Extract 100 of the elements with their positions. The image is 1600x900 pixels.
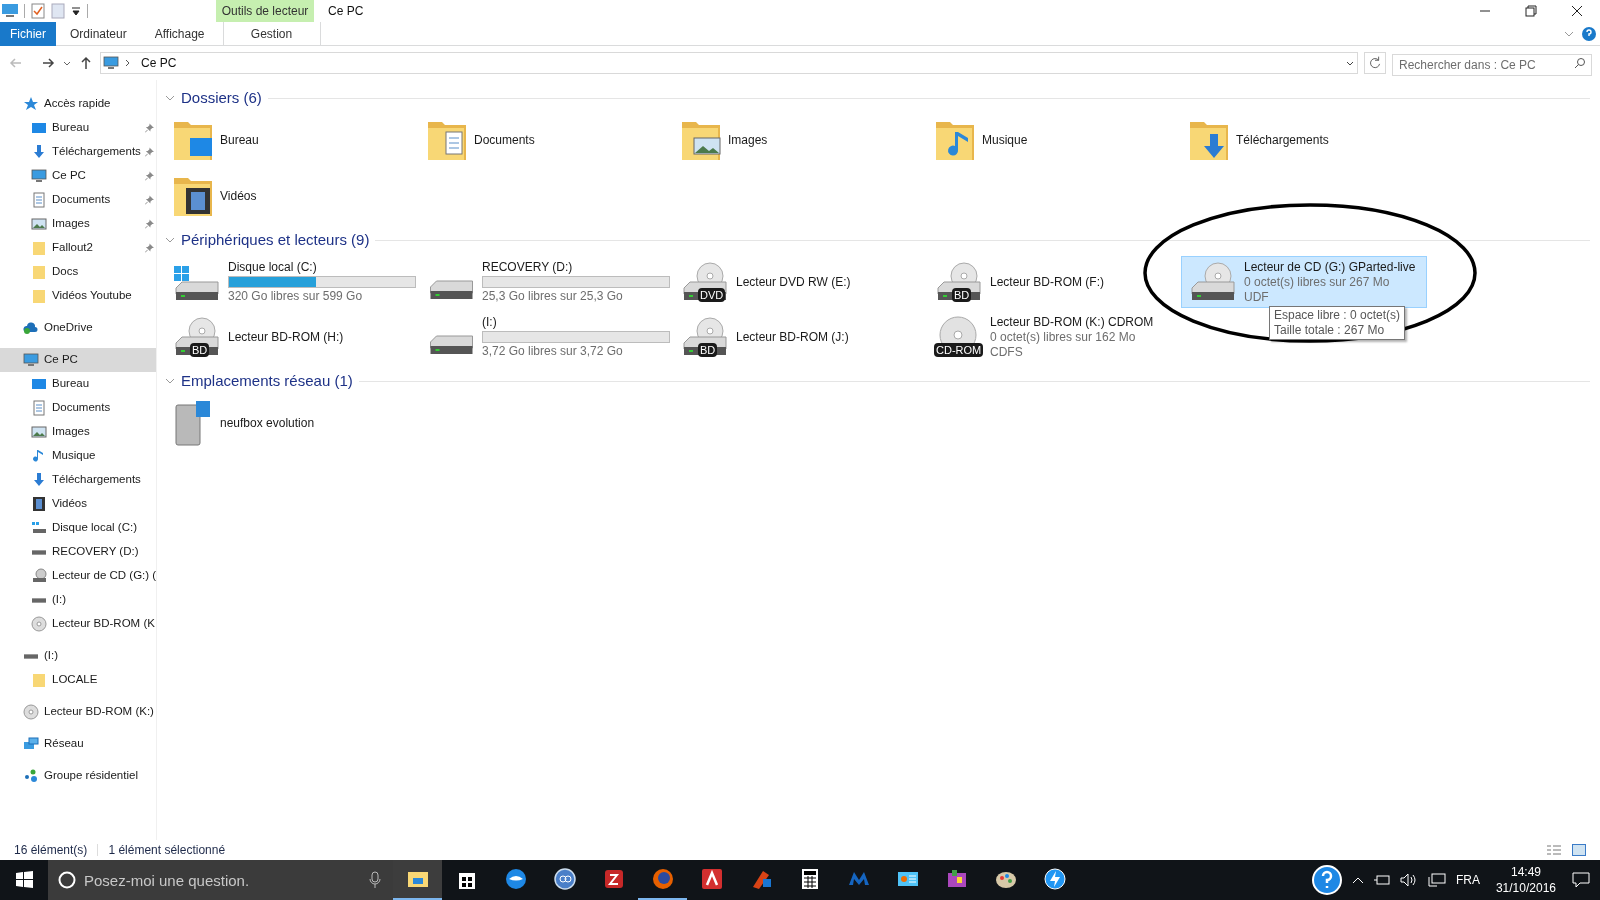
folder-tile[interactable]: Téléchargements xyxy=(1181,114,1427,166)
nav-label: Disque local (C:) xyxy=(52,520,137,536)
nav-label: Fallout2 xyxy=(52,240,93,256)
item-name: Lecteur de CD (G:) GParted-live xyxy=(1244,259,1416,275)
document-icon xyxy=(31,400,47,416)
nav-item[interactable]: Lecteur BD-ROM (K xyxy=(0,612,156,636)
folder-tile[interactable]: Documents xyxy=(419,114,665,166)
drive-tile[interactable]: Lecteur de CD (G:) GParted-live 0 octet(s) libres sur 267 Mo UDF xyxy=(1181,256,1427,308)
drive-tile[interactable]: RECOVERY (D:) 25,3 Go libres sur 25,3 Go xyxy=(419,256,665,308)
nav-label: Lecteur BD-ROM (K xyxy=(52,616,155,632)
hard-drive-icon xyxy=(430,335,473,355)
nav-label: Vidéos Youtube xyxy=(52,288,132,304)
chevron-up-icon[interactable] xyxy=(1351,876,1364,884)
properties-icon[interactable] xyxy=(31,3,45,19)
network-location[interactable]: neufbox evolution xyxy=(165,397,411,449)
nav-item[interactable]: (I:) xyxy=(0,644,156,668)
language-indicator[interactable]: FRA xyxy=(1455,871,1480,889)
nav-item[interactable]: Vidéos Youtube xyxy=(0,284,156,308)
nav-item[interactable]: Ce PC xyxy=(0,164,156,188)
film-icon xyxy=(31,496,47,512)
nav-label: Lecteur de CD (G:) ( xyxy=(52,568,157,584)
refresh-icon[interactable] xyxy=(1364,52,1386,74)
drive-icon xyxy=(31,520,47,536)
nav-item[interactable]: RECOVERY (D:) xyxy=(0,540,156,564)
nav-item[interactable]: LOCALE xyxy=(0,668,156,692)
download-arrow-icon xyxy=(31,144,47,160)
selection-status: 1 élément sélectionné xyxy=(108,842,226,859)
drive-tile[interactable]: BD Lecteur BD-ROM (F:) xyxy=(927,256,1173,308)
nav-item[interactable]: Accès rapide xyxy=(0,92,156,116)
help-icon[interactable] xyxy=(1311,865,1342,895)
drive-tile[interactable]: BD Lecteur BD-ROM (J:) xyxy=(673,311,919,363)
nav-item[interactable]: Réseau xyxy=(0,732,156,756)
folder-tile[interactable]: Vidéos xyxy=(165,170,411,222)
file-system-text: UDF xyxy=(1244,289,1270,305)
nav-item[interactable]: Lecteur BD-ROM (K:) xyxy=(0,700,156,724)
nav-item[interactable]: Téléchargements xyxy=(0,468,156,492)
ribbon-tab[interactable]: Ordinateur xyxy=(56,21,141,46)
speaker-icon[interactable] xyxy=(1399,873,1418,887)
homegroup-icon xyxy=(23,768,39,784)
nav-item[interactable]: Disque local (C:) xyxy=(0,516,156,540)
battery-icon[interactable] xyxy=(1373,874,1390,886)
nav-item[interactable]: Vidéos xyxy=(0,492,156,516)
nav-item[interactable]: (I:) xyxy=(0,588,156,612)
ribbon-tab[interactable]: Gestion xyxy=(222,21,321,46)
clock[interactable]: 14:49 31/10/2016 xyxy=(1489,864,1562,896)
search-box[interactable]: Posez-moi une question. xyxy=(48,860,393,900)
nav-item[interactable]: Bureau xyxy=(0,116,156,140)
taskbar-button[interactable] xyxy=(393,860,442,900)
search-field[interactable]: Rechercher dans : Ce PC xyxy=(1392,54,1592,76)
free-space-text: 25,3 Go libres sur 25,3 Go xyxy=(482,289,624,304)
cloud-icon xyxy=(23,320,39,336)
notifications-icon[interactable] xyxy=(1572,872,1590,888)
nav-item[interactable]: Ce PC xyxy=(0,348,156,372)
nav-item[interactable]: Bureau xyxy=(0,372,156,396)
nav-item[interactable]: Téléchargements xyxy=(0,140,156,164)
nav-item[interactable]: Groupe résidentiel xyxy=(0,764,156,788)
search-icon[interactable] xyxy=(1574,57,1586,69)
desktop-icon xyxy=(31,376,47,392)
drive-tile[interactable]: CD-ROM Lecteur BD-ROM (K:) CDROM 0 octet(s) libres sur 162 Mo CDFS xyxy=(927,311,1173,363)
item-name: Lecteur BD-ROM (J:) xyxy=(736,329,849,345)
dropdown-icon[interactable] xyxy=(71,6,81,16)
nav-item[interactable]: Documents xyxy=(0,396,156,420)
section-header[interactable]: Périphériques et lecteurs (9) xyxy=(181,228,370,252)
microphone-icon[interactable] xyxy=(369,871,381,889)
nav-item[interactable]: Images xyxy=(0,420,156,444)
large-icons-view-icon[interactable] xyxy=(1572,844,1586,856)
section-header[interactable]: Emplacements réseau (1) xyxy=(181,369,353,393)
ribbon-tab[interactable]: Affichage xyxy=(140,21,219,46)
drive-tile[interactable]: BD Lecteur BD-ROM (H:) xyxy=(165,311,411,363)
nav-item[interactable]: Fallout2 xyxy=(0,236,156,260)
nav-item[interactable]: Lecteur de CD (G:) ( xyxy=(0,564,156,588)
folder-tile[interactable]: Musique xyxy=(927,114,1173,166)
context-tab-group: Outils de lecteur xyxy=(221,2,309,20)
network-icon[interactable] xyxy=(1427,873,1446,887)
nav-item[interactable]: Images xyxy=(0,212,156,236)
nav-item[interactable]: Docs xyxy=(0,260,156,284)
drive-tile[interactable]: Disque local (C:) 320 Go libres sur 599 Go xyxy=(165,256,411,308)
drive-tile[interactable]: (I:) 3,72 Go libres sur 3,72 Go xyxy=(419,311,665,363)
nav-label: Bureau xyxy=(52,376,90,392)
nav-label: Documents xyxy=(52,400,111,416)
nav-item[interactable]: OneDrive xyxy=(0,316,156,340)
folder-tile[interactable]: Images xyxy=(673,114,919,166)
folder-tile[interactable]: Bureau xyxy=(165,114,411,166)
chevron-right-icon xyxy=(125,59,131,67)
item-name: RECOVERY (D:) xyxy=(482,260,574,275)
section-header[interactable]: Dossiers (6) xyxy=(181,86,262,110)
free-space-text: 0 octet(s) libres sur 267 Mo xyxy=(1244,274,1391,290)
drive-type-label: BD xyxy=(952,288,972,302)
item-name: Bureau xyxy=(220,132,259,148)
nav-label: Téléchargements xyxy=(52,472,141,488)
file-menu-button[interactable]: Fichier xyxy=(0,21,56,46)
item-name: Lecteur BD-ROM (H:) xyxy=(228,329,344,345)
drive-tile[interactable]: DVD Lecteur DVD RW (E:) xyxy=(673,256,919,308)
clock-date: 31/10/2016 xyxy=(1495,880,1556,896)
disc-icon xyxy=(23,704,39,720)
nav-item[interactable]: Documents xyxy=(0,188,156,212)
monitor-icon xyxy=(103,55,119,71)
nav-item[interactable]: Musique xyxy=(0,444,156,468)
address-bar[interactable]: Ce PC xyxy=(100,52,1358,74)
nav-label: LOCALE xyxy=(52,672,98,688)
